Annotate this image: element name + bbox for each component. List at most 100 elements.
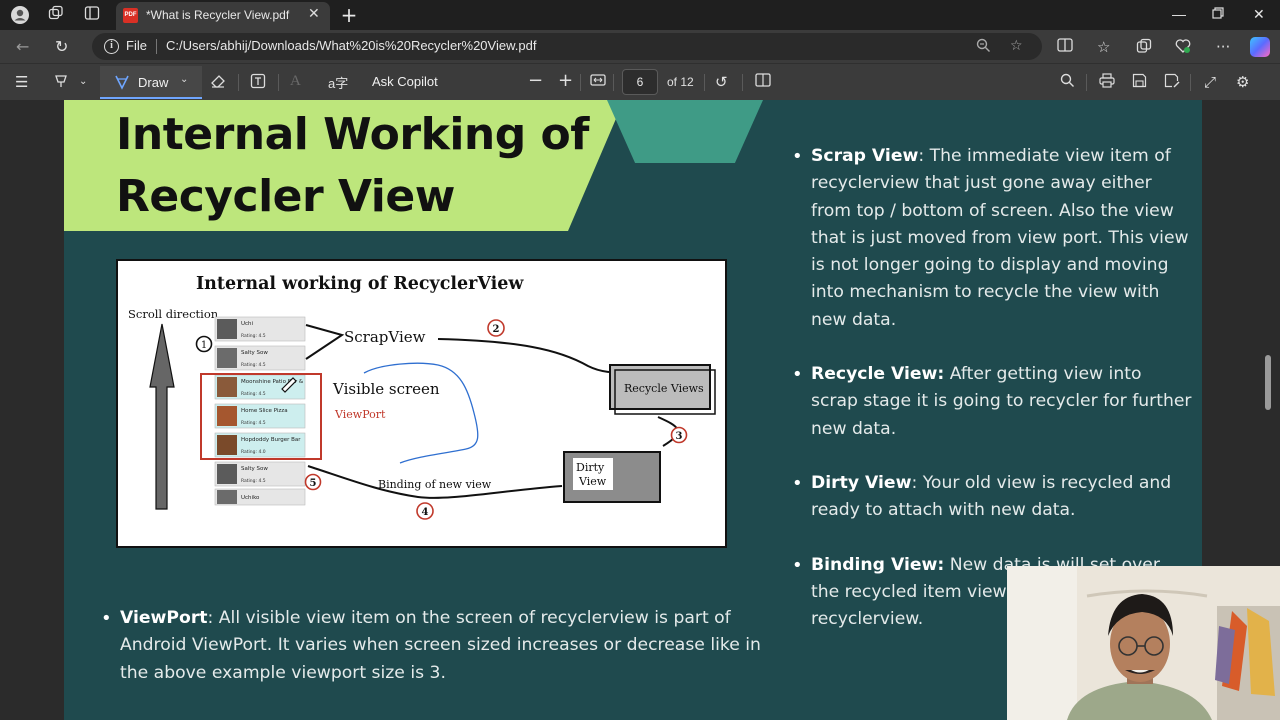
webcam-overlay: [1007, 566, 1280, 720]
term-dirty-view: Dirty View: [811, 472, 912, 493]
list-item-rating: Rating: 4.5: [241, 391, 266, 397]
draw-label: Draw: [138, 75, 169, 90]
highlight-dropdown-chevron-down-icon[interactable]: ⌄: [79, 76, 87, 87]
fit-to-width-icon[interactable]: [590, 73, 606, 91]
svg-text:2: 2: [493, 324, 500, 335]
collections-icon[interactable]: [1136, 38, 1152, 58]
page-total-label: of 12: [667, 75, 694, 89]
favorite-star-icon[interactable]: ☆: [1010, 38, 1023, 54]
toolbar-divider: [704, 74, 705, 91]
tab-close-icon[interactable]: ✕: [308, 6, 320, 22]
info-icon[interactable]: i: [104, 39, 119, 54]
page-view-icon[interactable]: [755, 73, 771, 91]
more-menu-icon[interactable]: ···: [1216, 38, 1230, 56]
svg-text:1: 1: [201, 340, 207, 351]
diagram-title: Internal working of RecyclerView: [196, 274, 524, 294]
step-4-badge: 4: [416, 502, 434, 520]
zoom-icon[interactable]: [976, 38, 991, 57]
page-title: Internal Working of Recycler View: [116, 109, 589, 222]
term-viewport: ViewPort: [120, 608, 208, 628]
restore-icon[interactable]: [1212, 6, 1224, 22]
step-3-badge: 3: [670, 426, 688, 444]
tab-title: *What is Recycler View.pdf: [146, 8, 290, 22]
highlight-icon[interactable]: [53, 73, 69, 93]
ask-copilot-button[interactable]: Ask Copilot: [372, 74, 438, 89]
recyclerview-diagram: Internal working of RecyclerView Scroll …: [116, 259, 727, 548]
bullet-dirty-view: Dirty View: Your old view is recycled an…: [792, 470, 1192, 525]
draw-button[interactable]: Draw ⌄: [100, 66, 202, 99]
toolbar-divider: [580, 74, 581, 91]
expand-icon[interactable]: ⤢: [1204, 73, 1216, 91]
svg-text:5: 5: [310, 478, 317, 489]
list-item-name: Salty Sow: [241, 466, 268, 472]
viewport-bullet-block: ViewPort: All visible view item on the s…: [101, 605, 781, 687]
visible-screen-label: Visible screen: [332, 380, 440, 398]
term-recycle-view: Recycle View:: [811, 364, 945, 385]
dirty-view-label-line1: Dirty: [576, 461, 605, 474]
read-aloud-disabled-icon: A: [290, 73, 301, 89]
tab-actions-icon[interactable]: [82, 5, 102, 25]
scrap-connector: [305, 324, 345, 360]
scroll-arrow: [149, 323, 175, 510]
draw-dropdown-chevron-down-icon[interactable]: ⌄: [180, 74, 188, 85]
zoom-out-icon[interactable]: −: [528, 70, 543, 91]
draw-pen-icon: [114, 74, 130, 94]
url-field[interactable]: i File C:/Users/abhij/Downloads/What%20i…: [92, 33, 1042, 60]
svg-text:4: 4: [422, 507, 429, 518]
zoom-in-icon[interactable]: +: [558, 70, 573, 91]
list-item-name: Uchiko: [241, 495, 260, 501]
definition-viewport: : All visible view item on the screen of…: [120, 608, 761, 683]
term-binding-view: Binding View:: [811, 554, 945, 575]
list-item-name: Uchi: [241, 321, 254, 327]
toolbar-divider: [238, 74, 239, 91]
vertical-scrollbar[interactable]: [1265, 355, 1271, 410]
list-item-0: Uchi Rating: 4.5: [214, 316, 306, 342]
profile-icon[interactable]: [10, 5, 30, 25]
new-tab-icon[interactable]: +: [339, 5, 359, 25]
definition-scrap-view: : The immediate view item of recyclervie…: [811, 146, 1189, 330]
minimize-icon[interactable]: —: [1172, 6, 1186, 22]
list-item-name: Home Slice Pizza: [241, 408, 288, 414]
url-text[interactable]: C:/Users/abhij/Downloads/What%20is%20Rec…: [166, 38, 536, 53]
binding-label: Binding of new view: [378, 478, 492, 491]
bullet-viewport: ViewPort: All visible view item on the s…: [101, 605, 781, 687]
list-item-rating: Rating: 4.5: [241, 478, 266, 484]
eraser-icon[interactable]: [210, 73, 226, 93]
svg-text:3: 3: [676, 431, 683, 442]
close-window-icon[interactable]: ✕: [1253, 6, 1265, 23]
step-1-badge: 1: [195, 335, 213, 353]
page-number-input[interactable]: 6: [622, 69, 658, 95]
save-as-icon[interactable]: [1164, 73, 1180, 92]
split-screen-icon[interactable]: [1057, 38, 1073, 56]
back-icon[interactable]: ←: [16, 37, 29, 56]
list-item-name: Hopdoddy Burger Bar: [241, 437, 301, 443]
list-item-6: Uchiko: [214, 488, 306, 506]
browser-essentials-icon[interactable]: [1175, 38, 1191, 58]
search-icon[interactable]: [1060, 73, 1075, 92]
copilot-icon[interactable]: [1250, 37, 1270, 57]
favorites-icon[interactable]: ☆: [1097, 38, 1110, 56]
rotate-icon[interactable]: ↺: [715, 73, 728, 91]
toolbar-divider: [613, 74, 614, 91]
bullet-recycle-view: Recycle View: After getting view into sc…: [792, 361, 1192, 443]
save-icon[interactable]: [1132, 73, 1147, 92]
contents-icon[interactable]: ☰: [15, 73, 28, 91]
pdf-favicon-icon: PDF: [123, 8, 138, 23]
toolbar-divider: [278, 74, 279, 91]
print-icon[interactable]: [1099, 73, 1115, 92]
toolbar-divider: [1190, 74, 1191, 91]
toolbar-divider: [742, 74, 743, 91]
refresh-icon[interactable]: ↻: [55, 37, 68, 56]
text-box-icon[interactable]: [250, 73, 266, 93]
list-item-rating: Rating: 4.0: [241, 449, 266, 455]
workspaces-icon[interactable]: [46, 5, 66, 25]
list-item-3: Home Slice Pizza Rating: 4.5: [214, 403, 306, 429]
scrap-view-label: ScrapView: [344, 328, 426, 346]
tab-active-pdf[interactable]: PDF *What is Recycler View.pdf ✕: [116, 2, 330, 30]
list-item-rating: Rating: 4.5: [241, 362, 266, 368]
list-item-name: Salty Sow: [241, 350, 268, 356]
scroll-direction-label: Scroll direction: [128, 307, 219, 321]
settings-gear-icon[interactable]: ⚙: [1236, 73, 1249, 91]
toolbar-divider: [1086, 74, 1087, 91]
translate-icon[interactable]: a字: [328, 73, 348, 92]
